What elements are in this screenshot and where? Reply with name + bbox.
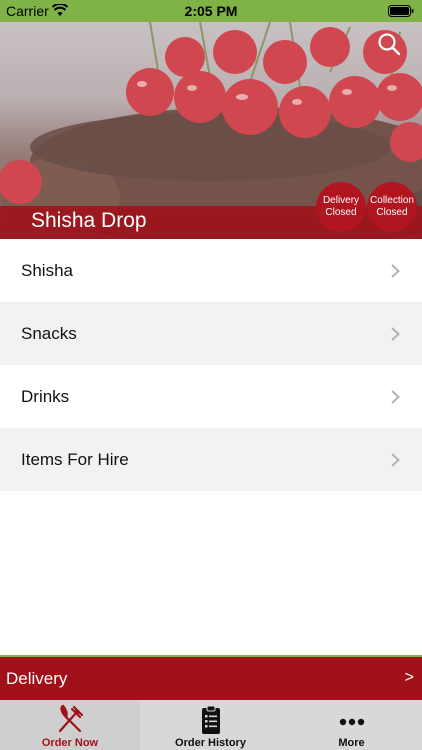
restaurant-title: Shisha Drop bbox=[31, 209, 147, 232]
clock-time: 2:05 PM bbox=[184, 3, 238, 19]
category-row-snacks[interactable]: Snacks bbox=[0, 302, 422, 365]
category-label: Shisha bbox=[21, 261, 73, 280]
delivery-badge-line1: Delivery bbox=[322, 195, 360, 206]
status-bar: Carrier 2:05 PM bbox=[0, 0, 422, 22]
battery-icon bbox=[388, 5, 414, 17]
tab-label: Order Now bbox=[41, 737, 99, 749]
category-row-items-for-hire[interactable]: Items For Hire bbox=[0, 428, 422, 491]
category-label: Snacks bbox=[21, 324, 77, 343]
clipboard-list-icon bbox=[201, 705, 220, 734]
delivery-status-badge: Delivery Closed bbox=[316, 182, 366, 232]
delivery-arrow-icon: > bbox=[404, 669, 414, 686]
delivery-mode-button[interactable]: Delivery > bbox=[0, 655, 422, 700]
category-row-drinks[interactable]: Drinks bbox=[0, 365, 422, 428]
category-label: Drinks bbox=[21, 387, 70, 406]
collection-badge-line1: Collection bbox=[370, 195, 414, 206]
chevron-right-icon bbox=[391, 327, 400, 341]
tab-order-history[interactable]: Order History bbox=[140, 700, 281, 750]
tab-label: More bbox=[338, 737, 365, 749]
category-list: Shisha Snacks Drinks Items For Hire bbox=[0, 239, 422, 491]
collection-status-badge: Collection Closed bbox=[367, 182, 417, 232]
more-dots-icon bbox=[339, 718, 364, 726]
tab-label: Order History bbox=[175, 737, 246, 749]
fork-knife-icon bbox=[58, 704, 84, 733]
delivery-mode-label: Delivery bbox=[6, 669, 68, 688]
search-icon[interactable] bbox=[377, 32, 401, 56]
category-row-shisha[interactable]: Shisha bbox=[0, 239, 422, 302]
tab-more[interactable]: More bbox=[281, 700, 422, 750]
category-label: Items For Hire bbox=[21, 450, 129, 469]
restaurant-header: Shisha Drop Delivery Closed Collection C… bbox=[0, 22, 422, 239]
tab-bar: Order Now Order History More bbox=[0, 700, 422, 750]
chevron-right-icon bbox=[391, 264, 400, 278]
tab-order-now[interactable]: Order Now bbox=[0, 700, 140, 750]
collection-badge-line2: Closed bbox=[376, 207, 408, 218]
delivery-badge-line2: Closed bbox=[325, 207, 357, 218]
chevron-right-icon bbox=[391, 390, 400, 404]
chevron-right-icon bbox=[391, 453, 400, 467]
